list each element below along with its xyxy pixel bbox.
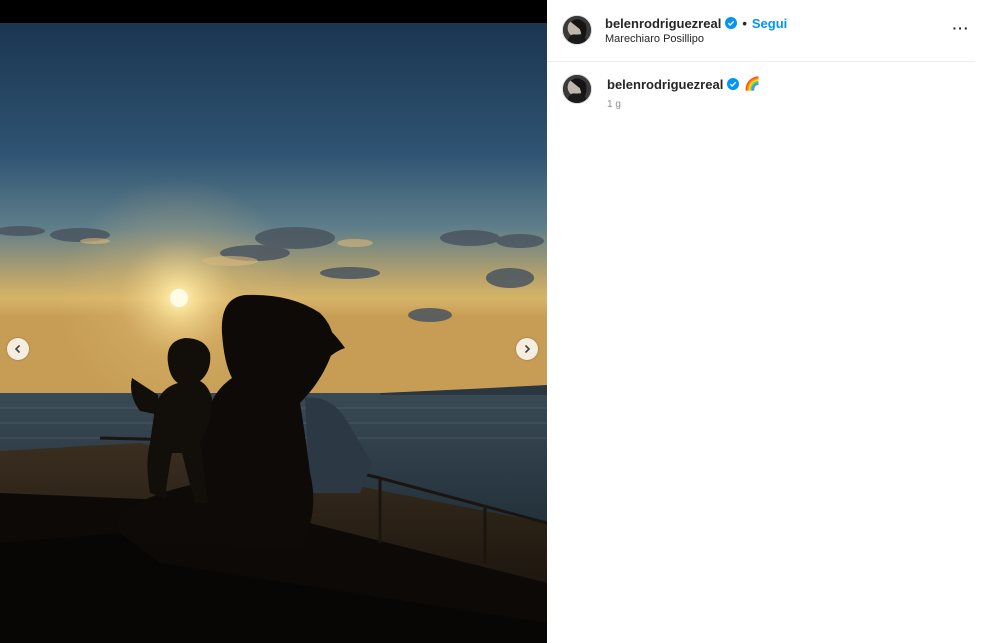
avatar-image bbox=[563, 75, 591, 103]
author-line: belenrodriguezreal • Segui bbox=[605, 15, 787, 31]
more-options-icon: ··· bbox=[952, 20, 970, 36]
post-header: belenrodriguezreal • Segui Marechiaro Po… bbox=[547, 0, 975, 62]
post-photo bbox=[0, 23, 547, 643]
post-timestamp[interactable]: 1 g bbox=[607, 99, 621, 110]
chevron-left-icon bbox=[14, 344, 21, 354]
author-username[interactable]: belenrodriguezreal bbox=[605, 16, 721, 31]
post-location[interactable]: Marechiaro Posillipo bbox=[605, 33, 704, 45]
caption: belenrodriguezreal 🌈 bbox=[607, 76, 761, 92]
media-top-bar bbox=[0, 0, 547, 23]
previous-photo-button[interactable] bbox=[7, 338, 29, 360]
caption-username[interactable]: belenrodriguezreal bbox=[607, 77, 723, 92]
next-photo-button[interactable] bbox=[516, 338, 538, 360]
verified-badge-icon bbox=[727, 78, 740, 90]
avatar-image bbox=[563, 16, 591, 44]
post-info-panel: belenrodriguezreal • Segui Marechiaro Po… bbox=[547, 0, 1000, 643]
author-avatar[interactable] bbox=[562, 15, 592, 45]
caption-author-avatar[interactable] bbox=[562, 74, 592, 104]
follow-button[interactable]: Segui bbox=[752, 16, 787, 31]
separator-dot: • bbox=[742, 15, 747, 31]
verified-badge-icon bbox=[725, 17, 738, 29]
chevron-right-icon bbox=[524, 344, 531, 354]
post-media bbox=[0, 0, 547, 643]
more-options-button[interactable]: ··· bbox=[951, 20, 971, 36]
caption-text: 🌈 bbox=[744, 76, 761, 91]
